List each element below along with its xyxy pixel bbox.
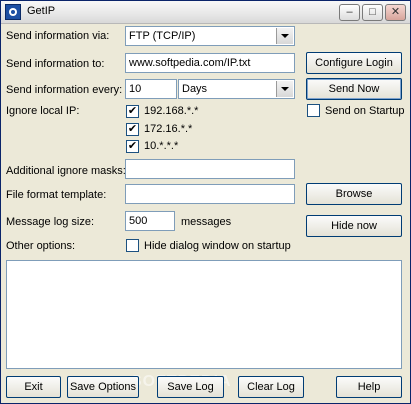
maximize-icon: □ <box>369 6 376 18</box>
hide-dialog-label: Hide dialog window on startup <box>144 240 291 252</box>
ignore-172-checkbox[interactable]: ✔ <box>126 123 139 136</box>
other-options-label: Other options: <box>6 240 76 252</box>
title-bar[interactable]: GetIP – □ ✕ <box>1 1 410 24</box>
configure-login-button[interactable]: Configure Login <box>306 52 402 74</box>
maximize-button[interactable]: □ <box>362 4 383 21</box>
ignore-172-label: 172.16.*.* <box>144 123 193 135</box>
send-on-startup-checkbox[interactable] <box>307 104 320 117</box>
ignore-local-label: Ignore local IP: <box>6 105 80 117</box>
send-on-startup-label: Send on Startup <box>325 105 405 117</box>
hide-now-button[interactable]: Hide now <box>306 215 402 237</box>
exit-button[interactable]: Exit <box>6 376 61 398</box>
ignore-10-label: 10.*.*.* <box>144 140 179 152</box>
ignore-masks-label: Additional ignore masks: <box>6 165 126 177</box>
send-via-value: FTP (TCP/IP) <box>129 30 196 42</box>
minimize-icon: – <box>346 6 353 18</box>
file-format-field[interactable] <box>125 184 295 204</box>
save-options-button[interactable]: Save Options <box>67 376 139 398</box>
send-to-field[interactable]: www.softpedia.com/IP.txt <box>125 53 295 73</box>
send-via-select[interactable]: FTP (TCP/IP) <box>125 26 295 46</box>
send-via-dropdown-button[interactable] <box>276 28 293 44</box>
check-icon: ✔ <box>127 105 138 117</box>
close-button[interactable]: ✕ <box>385 4 406 21</box>
check-icon: ✔ <box>127 123 138 135</box>
send-every-unit-select[interactable]: Days <box>178 79 295 99</box>
browse-button[interactable]: Browse <box>306 183 402 205</box>
minimize-button[interactable]: – <box>339 4 360 21</box>
check-icon: ✔ <box>127 140 138 152</box>
ignore-10-checkbox[interactable]: ✔ <box>126 140 139 153</box>
send-via-label: Send information via: <box>6 30 110 42</box>
clear-log-button[interactable]: Clear Log <box>238 376 304 398</box>
msg-log-size-field[interactable]: 500 <box>125 211 175 231</box>
msg-log-size-label: Message log size: <box>6 216 95 228</box>
hide-dialog-checkbox[interactable] <box>126 239 139 252</box>
save-log-button[interactable]: Save Log <box>157 376 224 398</box>
ignore-192-checkbox[interactable]: ✔ <box>126 105 139 118</box>
title-buttons: – □ ✕ <box>339 4 406 21</box>
message-log[interactable] <box>6 260 402 369</box>
send-every-number-field[interactable]: 10 <box>125 79 177 99</box>
app-icon <box>5 4 21 20</box>
msg-log-size-unit: messages <box>181 216 232 228</box>
send-every-unit-value: Days <box>182 83 208 95</box>
send-now-button[interactable]: Send Now <box>306 78 402 100</box>
help-button[interactable]: Help <box>336 376 402 398</box>
file-format-label: File format template: <box>6 189 107 201</box>
chevron-down-icon <box>281 87 289 91</box>
window-title: GetIP <box>27 5 56 17</box>
send-every-dropdown-button[interactable] <box>276 81 293 97</box>
getip-window: GetIP – □ ✕ Send information via: FTP (T… <box>0 0 411 404</box>
send-every-label: Send information every: <box>6 84 123 96</box>
send-to-label: Send information to: <box>6 58 105 70</box>
ignore-192-label: 192.168.*.* <box>144 105 199 117</box>
ignore-masks-field[interactable] <box>125 159 295 179</box>
close-icon: ✕ <box>390 6 401 18</box>
chevron-down-icon <box>281 34 289 38</box>
